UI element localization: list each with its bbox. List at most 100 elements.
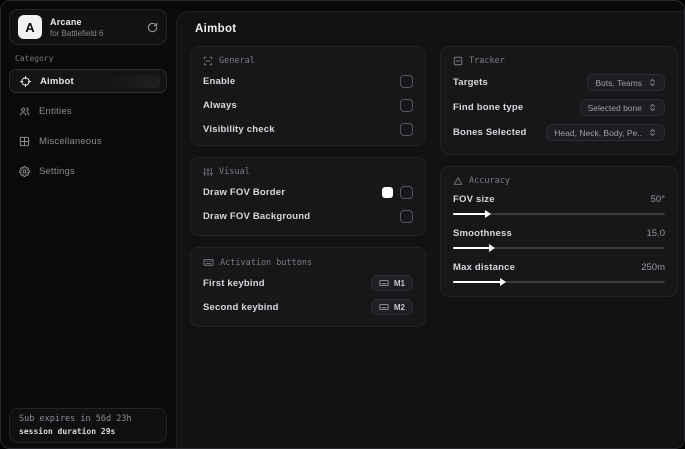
card-title-label: Tracker xyxy=(469,56,505,66)
targets-dropdown[interactable]: Bots, Teams xyxy=(587,74,665,91)
sidebar-item-entities[interactable]: Entities xyxy=(9,99,167,123)
visual-card: Visual Draw FOV Border Draw FOV Backgrou… xyxy=(190,157,426,236)
slider-row-smoothness: Smoothness 15.0 xyxy=(453,224,666,252)
slider-thumb[interactable] xyxy=(489,244,496,252)
smoothness-slider[interactable] xyxy=(453,244,665,252)
fov-border-checkbox[interactable] xyxy=(400,185,413,199)
activation-card: Activation buttons First keybind M1 Seco… xyxy=(190,247,426,327)
find-bone-type-dropdown[interactable]: Selected bone xyxy=(579,99,665,116)
slider-thumb[interactable] xyxy=(499,278,506,286)
setting-label: Enable xyxy=(203,75,236,87)
main-panel: Aimbot General Enable Always Visibility … xyxy=(176,11,684,448)
dropdown-value: Head, Neck, Body, Pe.. xyxy=(554,127,642,138)
bones-selected-dropdown[interactable]: Head, Neck, Body, Pe.. xyxy=(546,124,665,141)
general-icon xyxy=(203,56,213,66)
sidebar-nav: Aimbot Entities Miscellaneous Settings xyxy=(9,69,167,189)
slider-fill xyxy=(453,210,491,218)
general-card-title: General xyxy=(203,56,413,66)
setting-label: Always xyxy=(203,99,237,111)
setting-row-always: Always xyxy=(203,94,413,116)
max-distance-slider[interactable] xyxy=(453,278,665,286)
category-label: Category xyxy=(15,54,54,63)
brand-text: Arcane for Battlefield 6 xyxy=(50,17,147,38)
sidebar-item-aimbot[interactable]: Aimbot xyxy=(9,69,167,93)
setting-row-bones-selected: Bones Selected Head, Neck, Body, Pe.. xyxy=(453,120,665,145)
fov-size-slider[interactable] xyxy=(453,210,665,218)
slider-thumb[interactable] xyxy=(484,210,491,218)
slider-row-max-distance: Max distance 250m xyxy=(453,258,665,286)
chevrons-up-down-icon xyxy=(650,78,655,87)
session-duration-text: session duration 29s xyxy=(19,427,116,436)
first-keybind-button[interactable]: M1 xyxy=(370,275,413,291)
sidebar-item-label: Miscellaneous xyxy=(39,135,102,147)
setting-label: Draw FOV Border xyxy=(203,186,286,198)
brand-name: Arcane xyxy=(50,16,82,27)
keyboard-icon xyxy=(379,304,389,310)
setting-label: Find bone type xyxy=(453,102,524,113)
setting-row-second-keybind: Second keybind M2 xyxy=(203,296,413,318)
activation-card-title: Activation buttons xyxy=(203,257,413,268)
accuracy-card: Accuracy FOV size 50° Smoothness 15.0 Ma… xyxy=(440,166,678,297)
entities-icon xyxy=(18,106,30,117)
card-title-label: Activation buttons xyxy=(220,257,313,268)
tracker-card: Tracker Targets Bots, Teams Find bone ty… xyxy=(440,46,678,155)
card-title-label: Accuracy xyxy=(469,176,510,186)
sidebar-item-label: Settings xyxy=(39,165,75,177)
crosshair-icon xyxy=(19,75,31,87)
setting-row-fov-border: Draw FOV Border xyxy=(203,181,413,203)
brand-box: A Arcane for Battlefield 6 xyxy=(9,9,167,45)
grid-icon xyxy=(18,136,30,147)
accuracy-card-title: Accuracy xyxy=(453,176,665,186)
app-window: A Arcane for Battlefield 6 Category Aimb… xyxy=(0,0,685,449)
setting-label: Bones Selected xyxy=(453,127,527,138)
setting-row-targets: Targets Bots, Teams xyxy=(453,70,665,95)
slider-value: 15.0 xyxy=(646,227,666,239)
enable-checkbox[interactable] xyxy=(400,74,413,88)
general-card: General Enable Always Visibility check xyxy=(190,46,426,146)
page-title: Aimbot xyxy=(195,23,237,35)
sidebar-item-label: Aimbot xyxy=(40,75,74,87)
refresh-icon[interactable] xyxy=(147,22,158,33)
sidebar-item-miscellaneous[interactable]: Miscellaneous xyxy=(9,129,167,153)
slider-fill xyxy=(453,278,506,286)
tracker-card-title: Tracker xyxy=(453,56,665,66)
dropdown-value: Bots, Teams xyxy=(595,77,642,88)
setting-label: Targets xyxy=(453,77,489,88)
chevrons-up-down-icon xyxy=(650,128,655,137)
setting-label: Max distance xyxy=(453,261,516,273)
sliders-icon xyxy=(203,167,213,177)
setting-label: First keybind xyxy=(203,277,265,289)
setting-row-first-keybind: First keybind M1 xyxy=(203,272,413,294)
sidebar: A Arcane for Battlefield 6 Category Aimb… xyxy=(1,1,176,448)
dropdown-value: Selected bone xyxy=(587,102,642,113)
always-checkbox[interactable] xyxy=(400,98,413,112)
setting-row-fov-background: Draw FOV Background xyxy=(203,205,413,227)
slider-row-fov-size: FOV size 50° xyxy=(453,190,665,218)
slider-fill xyxy=(453,244,496,252)
app-logo: A xyxy=(18,15,42,39)
keybind-value: M1 xyxy=(393,278,405,288)
subscription-box: Sub expires in 56d 23h session duration … xyxy=(9,408,167,443)
visual-card-title: Visual xyxy=(203,167,413,177)
setting-row-visibility-check: Visibility check xyxy=(203,118,413,140)
setting-row-enable: Enable xyxy=(203,70,413,92)
fov-background-checkbox[interactable] xyxy=(400,209,413,223)
keyboard-icon xyxy=(379,280,389,286)
card-title-label: General xyxy=(219,56,255,66)
setting-label: Second keybind xyxy=(203,301,279,313)
setting-label: Visibility check xyxy=(203,123,275,135)
setting-label: Draw FOV Background xyxy=(203,210,311,222)
sidebar-item-label: Entities xyxy=(39,105,72,117)
sub-expiry-text: Sub expires in 56d 23h xyxy=(19,414,132,424)
keyboard-icon xyxy=(203,259,214,266)
sidebar-item-settings[interactable]: Settings xyxy=(9,159,167,183)
color-swatch[interactable] xyxy=(382,186,393,198)
visibility-check-checkbox[interactable] xyxy=(400,122,413,136)
slider-value: 250m xyxy=(641,261,665,273)
slider-value: 50° xyxy=(650,193,665,205)
chevrons-up-down-icon xyxy=(650,103,655,112)
minus-square-icon xyxy=(453,56,463,66)
triangle-icon xyxy=(453,177,463,185)
brand-subtitle: for Battlefield 6 xyxy=(50,28,104,38)
second-keybind-button[interactable]: M2 xyxy=(370,299,413,315)
